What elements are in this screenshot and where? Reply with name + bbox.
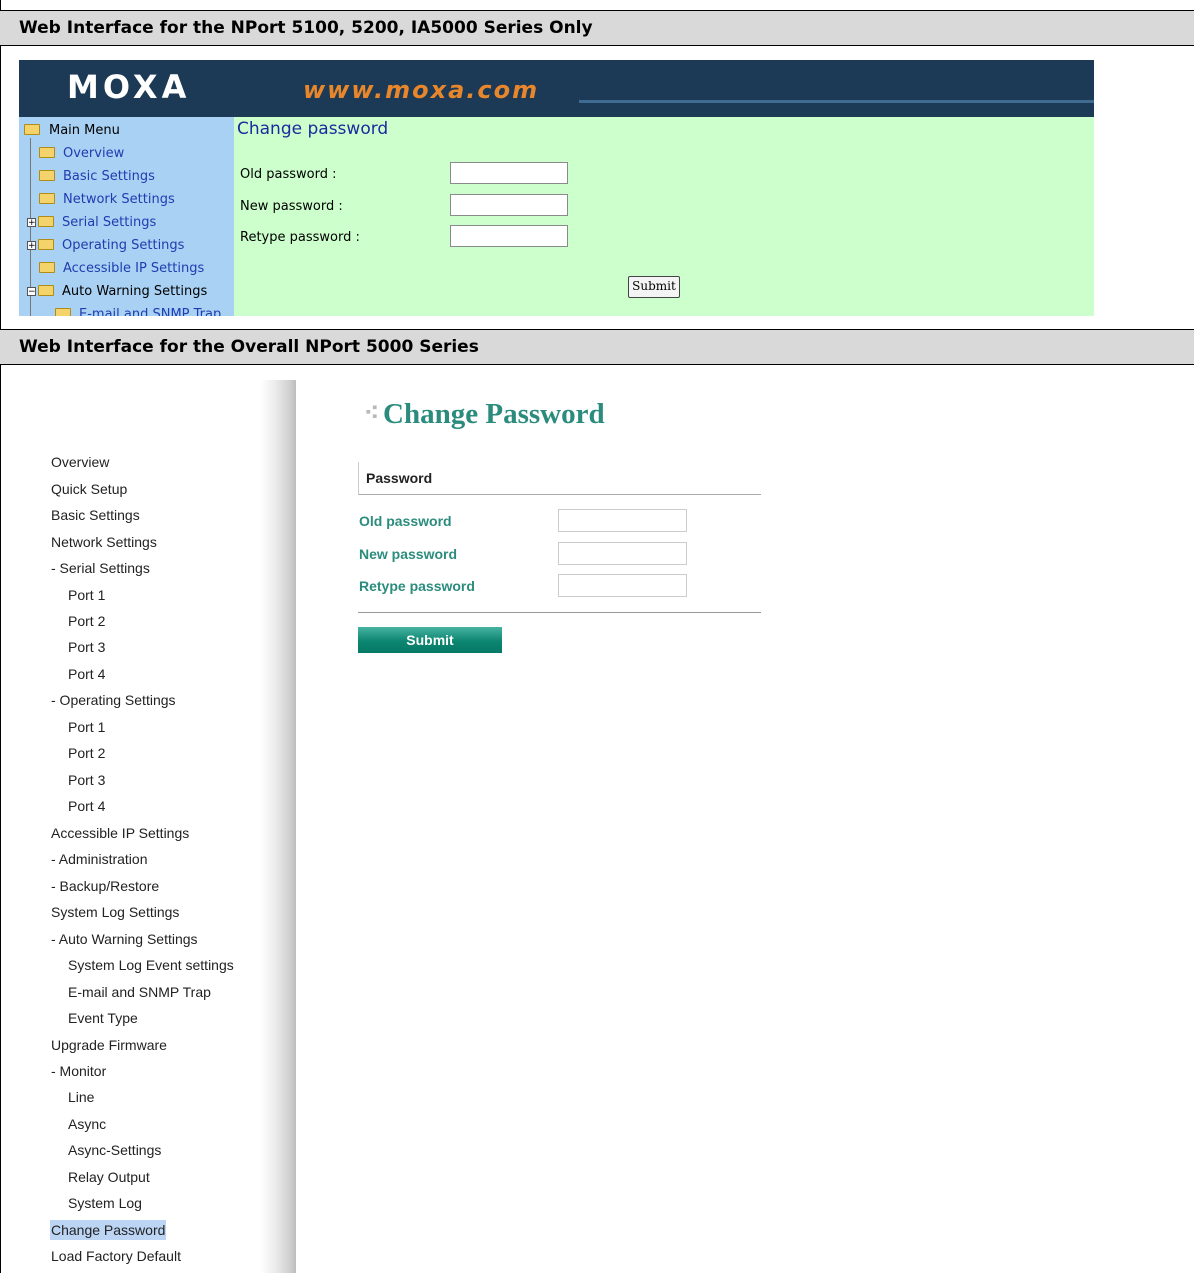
sidebar-item-line[interactable]: Line: [68, 1087, 94, 1107]
sidebar-item-load-factory-default[interactable]: Load Factory Default: [51, 1246, 181, 1266]
password-section-header: Password: [358, 462, 761, 495]
legacy-sidebar-menu: Main Menu Overview Basic Settings Networ…: [19, 117, 234, 316]
sidebar-item-serial-port-3[interactable]: Port 3: [68, 637, 105, 657]
folder-icon: [55, 308, 71, 316]
legacy-main-panel: Change password Old password : New passw…: [234, 117, 1094, 316]
menu-item-label: Basic Settings: [63, 169, 155, 184]
retype-password-input[interactable]: [558, 574, 687, 597]
legacy-menu-item-serial-settings[interactable]: + Serial Settings: [27, 214, 156, 232]
sidebar-item-email-snmp[interactable]: E-mail and SNMP Trap: [68, 982, 211, 1002]
sidebar-item-serial-port-2[interactable]: Port 2: [68, 611, 105, 631]
legacy-menu-item-basic-settings[interactable]: Basic Settings: [39, 168, 155, 186]
folder-icon: [39, 170, 55, 181]
dots-icon: ⁖: [364, 401, 380, 426]
sidebar-item-administration[interactable]: - Administration: [51, 849, 147, 869]
banner-stripe: [579, 100, 1094, 103]
sidebar-item-overview[interactable]: Overview: [51, 452, 109, 472]
sidebar-item-serial-port-4[interactable]: Port 4: [68, 664, 105, 684]
sidebar-item-accessible-ip[interactable]: Accessible IP Settings: [51, 823, 189, 843]
old-password-input[interactable]: [558, 509, 687, 532]
sidebar-item-operating-port-1[interactable]: Port 1: [68, 717, 105, 737]
legacy-menu-item-overview[interactable]: Overview: [39, 145, 124, 163]
collapse-minus-icon[interactable]: −: [27, 287, 36, 297]
folder-icon: [39, 147, 55, 158]
folder-icon: [39, 262, 55, 273]
menu-item-label: Accessible IP Settings: [63, 261, 205, 276]
sidebar-item-relay-output[interactable]: Relay Output: [68, 1167, 150, 1187]
main-panel: ⁖ Change Password Password Old password N…: [296, 380, 1194, 1273]
folder-icon: [38, 239, 54, 250]
sidebar-item-system-log-settings[interactable]: System Log Settings: [51, 902, 179, 922]
retype-password-label: Retype password: [359, 578, 475, 594]
section-header-legacy: Web Interface for the NPort 5100, 5200, …: [0, 10, 1194, 46]
sidebar-item-operating-port-4[interactable]: Port 4: [68, 796, 105, 816]
menu-root-label: Main Menu: [49, 123, 120, 138]
sidebar-item-operating-port-2[interactable]: Port 2: [68, 743, 105, 763]
new-password-label: New password :: [240, 199, 343, 214]
sidebar-item-auto-warning[interactable]: - Auto Warning Settings: [51, 929, 198, 949]
old-password-input[interactable]: [450, 162, 568, 184]
legacy-menu-item-auto-warning[interactable]: − Auto Warning Settings: [27, 283, 207, 301]
menu-item-label: Operating Settings: [62, 238, 185, 253]
page-title: ⁖ Change Password: [364, 398, 605, 431]
expand-plus-icon[interactable]: +: [27, 218, 36, 228]
sidebar-item-change-password[interactable]: Change Password: [50, 1220, 167, 1240]
moxa-url[interactable]: www.moxa.com: [303, 76, 539, 104]
section-header-overall: Web Interface for the Overall NPort 5000…: [0, 329, 1194, 365]
sidebar-item-system-log-event[interactable]: System Log Event settings: [68, 955, 234, 975]
menu-item-label: Auto Warning Settings: [62, 284, 208, 299]
menu-item-label: E-mail and SNMP Trap: [79, 307, 222, 316]
sidebar-item-operating-settings[interactable]: - Operating Settings: [51, 690, 176, 710]
sidebar-item-serial-settings[interactable]: - Serial Settings: [51, 558, 150, 578]
menu-item-label: Serial Settings: [62, 215, 157, 230]
folder-icon: [38, 216, 54, 227]
submit-button[interactable]: Submit: [628, 276, 680, 298]
sidebar-item-async-settings[interactable]: Async-Settings: [68, 1140, 161, 1160]
sidebar-menu: Overview Quick Setup Basic Settings Netw…: [20, 380, 296, 1273]
form-divider: [358, 612, 761, 613]
sidebar-item-basic-settings[interactable]: Basic Settings: [51, 505, 140, 525]
old-password-label: Old password :: [240, 167, 337, 182]
sidebar-item-system-log[interactable]: System Log: [68, 1193, 142, 1213]
folder-open-icon: [38, 285, 54, 296]
sidebar-item-quick-setup[interactable]: Quick Setup: [51, 479, 127, 499]
legacy-menu-item-accessible-ip[interactable]: Accessible IP Settings: [39, 260, 204, 278]
sidebar-item-network-settings[interactable]: Network Settings: [51, 532, 157, 552]
sidebar-item-operating-port-3[interactable]: Port 3: [68, 770, 105, 790]
old-password-label: Old password: [359, 513, 452, 529]
moxa-banner: MOXA www.moxa.com: [19, 60, 1094, 117]
sidebar-item-monitor[interactable]: - Monitor: [51, 1061, 106, 1081]
sidebar-item-event-type[interactable]: Event Type: [68, 1008, 138, 1028]
folder-open-icon: [24, 124, 40, 135]
legacy-menu-item-operating-settings[interactable]: + Operating Settings: [27, 237, 184, 255]
sidebar-item-serial-port-1[interactable]: Port 1: [68, 585, 105, 605]
folder-icon: [39, 193, 55, 204]
submit-button[interactable]: Submit: [358, 627, 502, 653]
new-password-input[interactable]: [450, 194, 568, 216]
legacy-web-interface: MOXA www.moxa.com Main Menu Overview Bas…: [19, 60, 1094, 316]
retype-password-label: Retype password :: [240, 230, 360, 245]
legacy-menu-item-network-settings[interactable]: Network Settings: [39, 191, 175, 209]
menu-item-label: Network Settings: [63, 192, 175, 207]
legacy-page-title: Change password: [237, 119, 389, 139]
expand-plus-icon[interactable]: +: [27, 241, 36, 251]
new-password-label: New password: [359, 546, 458, 562]
menu-root[interactable]: Main Menu: [24, 122, 120, 140]
sidebar-item-upgrade-firmware[interactable]: Upgrade Firmware: [51, 1035, 167, 1055]
moxa-logo: MOXA: [67, 68, 191, 106]
sidebar-item-backup-restore[interactable]: - Backup/Restore: [51, 876, 159, 896]
new-password-input[interactable]: [558, 542, 687, 565]
menu-item-label: Overview: [63, 146, 125, 161]
retype-password-input[interactable]: [450, 225, 568, 247]
page-title-text: Change Password: [383, 398, 605, 430]
legacy-menu-item-email-snmp[interactable]: E-mail and SNMP Trap: [55, 306, 221, 316]
sidebar-item-async[interactable]: Async: [68, 1114, 106, 1134]
